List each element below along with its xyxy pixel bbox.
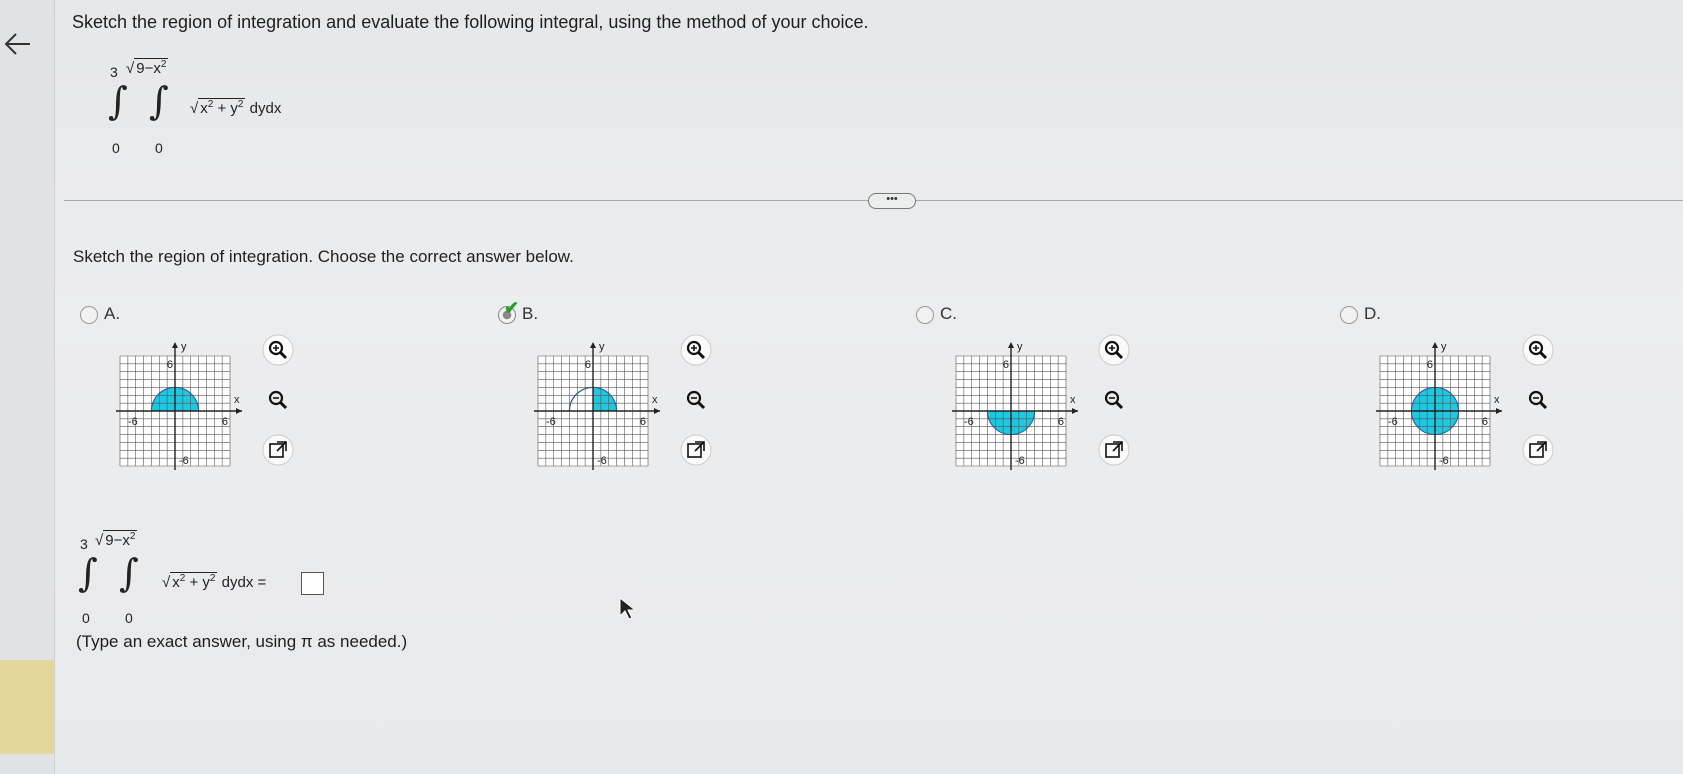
zoom-in-icon[interactable] <box>1520 332 1556 368</box>
choice-c[interactable]: C. y x 6 6 -6 -6 <box>916 300 1216 480</box>
open-external-icon[interactable] <box>1096 432 1132 468</box>
y-tick-label: 6 <box>1003 359 1009 371</box>
x-tick-label: -6 <box>128 416 138 428</box>
y-tick-label: -6 <box>1439 455 1449 467</box>
mouse-cursor-icon <box>619 596 637 620</box>
x-tick-label: 6 <box>1482 416 1488 428</box>
back-arrow-icon[interactable] <box>2 30 34 58</box>
question-text: Sketch the region of integration and eva… <box>72 12 869 32</box>
expand-more-button[interactable]: ••• <box>868 193 916 209</box>
y-axis-label: y <box>1017 341 1023 353</box>
choice-label: B. <box>522 304 539 323</box>
zoom-out-icon[interactable] <box>260 382 296 418</box>
choice-radio[interactable] <box>1340 306 1358 324</box>
y-axis-arrow <box>1432 342 1438 348</box>
page: Sketch the region of integration and eva… <box>0 0 1683 774</box>
x-tick-label: -6 <box>1388 416 1398 428</box>
y-axis-arrow <box>172 342 178 348</box>
x-tick-label: 6 <box>640 416 646 428</box>
inner-upper-limit: √ 9−x2 <box>126 58 169 77</box>
y-axis-arrow <box>1008 342 1014 348</box>
x-axis-arrow <box>1072 408 1078 414</box>
y-tick-label: -6 <box>179 455 189 467</box>
region-graph: yx66-6-6 <box>1376 341 1502 470</box>
y-tick-label: 6 <box>167 359 173 371</box>
open-external-icon[interactable] <box>260 432 296 468</box>
sidebar-accent <box>0 660 54 754</box>
outer-upper-limit: 3 <box>110 64 118 80</box>
choice-label: D. <box>1364 304 1381 323</box>
answer-integrand: √ x2 + y2 dydx = <box>162 572 267 591</box>
zoom-in-icon[interactable] <box>678 332 714 368</box>
y-axis-label: y <box>181 341 187 353</box>
x-axis-label: x <box>1494 394 1500 406</box>
x-axis-label: x <box>234 394 240 406</box>
y-axis-label: y <box>599 341 605 353</box>
region-graph: yx66-6-6 <box>116 341 242 470</box>
answer-outer-integral-sign: ∫ <box>78 551 98 595</box>
choice-d[interactable]: D. y x 6 6 -6 -6 <box>1340 300 1640 480</box>
choice-label: C. <box>940 304 957 323</box>
zoom-in-icon[interactable] <box>260 332 296 368</box>
choice-b[interactable]: ✔ B. y x 6 6 -6 -6 <box>498 298 798 480</box>
zoom-out-icon[interactable] <box>1520 382 1556 418</box>
answer-inner-integral-sign: ∫ <box>119 551 139 595</box>
answer-inner-upper-limit: √ 9−x2 <box>95 530 138 549</box>
x-axis-arrow <box>1496 408 1502 414</box>
outer-integral-sign: ∫ <box>108 79 128 123</box>
zoom-in-icon[interactable] <box>1096 332 1132 368</box>
choice-a[interactable]: A. y x 6 6 -6 -6 <box>80 300 380 480</box>
y-tick-label: -6 <box>1015 455 1025 467</box>
y-tick-label: 6 <box>1427 359 1433 371</box>
x-axis-arrow <box>236 408 242 414</box>
integrand: √ x2 + y2 dydx <box>190 98 282 117</box>
answer-hint: (Type an exact answer, using π as needed… <box>76 632 408 651</box>
choice-radio[interactable] <box>916 306 934 324</box>
left-sidebar <box>0 0 55 774</box>
inner-lower-limit: 0 <box>155 140 163 156</box>
x-tick-label: 6 <box>222 416 228 428</box>
inner-integral-sign: ∫ <box>149 79 169 123</box>
x-axis-label: x <box>1070 394 1076 406</box>
x-tick-label: -6 <box>964 416 974 428</box>
choice-radio[interactable] <box>80 306 98 324</box>
open-external-icon[interactable] <box>678 432 714 468</box>
open-external-icon[interactable] <box>1520 432 1556 468</box>
x-axis-arrow <box>654 408 660 414</box>
choice-prompt: Sketch the region of integration. Choose… <box>73 247 574 266</box>
y-axis-label: y <box>1441 341 1447 353</box>
answer-outer-lower-limit: 0 <box>82 610 90 626</box>
zoom-out-icon[interactable] <box>678 382 714 418</box>
zoom-out-icon[interactable] <box>1096 382 1132 418</box>
x-tick-label: 6 <box>1058 416 1064 428</box>
region-graph: yx66-6-6 <box>534 341 660 470</box>
y-tick-label: 6 <box>585 359 591 371</box>
correct-check-icon: ✔ <box>504 298 520 318</box>
answer-input[interactable] <box>301 572 324 595</box>
answer-outer-upper-limit: 3 <box>80 536 88 552</box>
region-graph: yx66-6-6 <box>952 341 1078 470</box>
x-tick-label: -6 <box>546 416 556 428</box>
x-axis-label: x <box>652 394 658 406</box>
y-tick-label: -6 <box>597 455 607 467</box>
answer-inner-lower-limit: 0 <box>125 610 133 626</box>
y-axis-arrow <box>590 342 596 348</box>
choice-label: A. <box>104 304 121 323</box>
outer-lower-limit: 0 <box>112 140 120 156</box>
